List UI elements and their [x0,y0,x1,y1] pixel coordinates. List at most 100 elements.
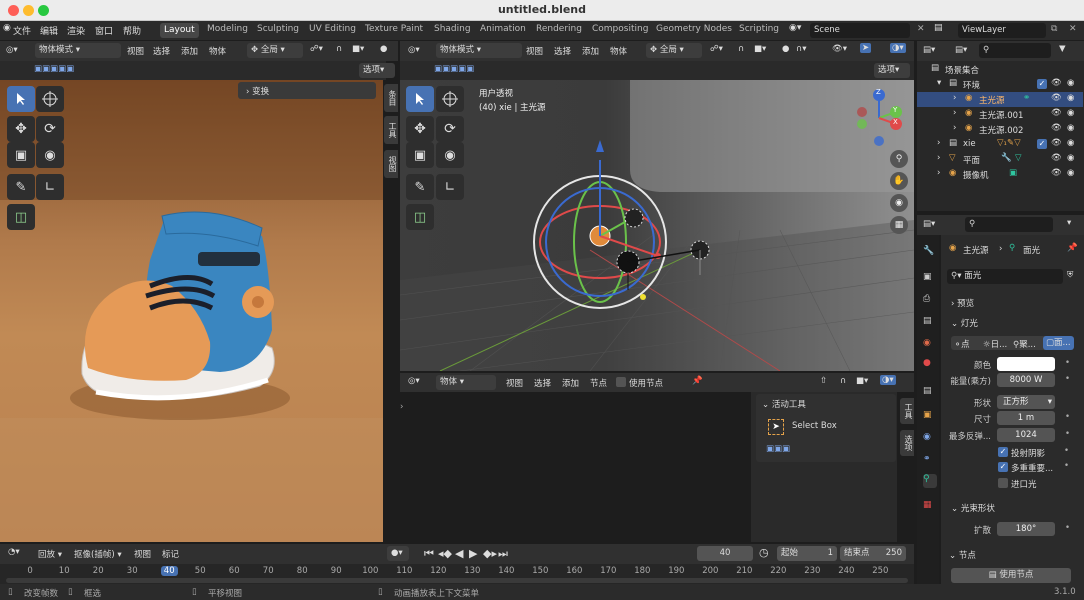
node-menu-node[interactable]: 节点 [590,377,607,389]
left-viewport-shading-icon[interactable]: ● [380,44,387,54]
render-camera-icon[interactable]: ◉ [1067,93,1074,103]
expand-arrow-icon[interactable]: › [937,138,940,148]
properties-editor-type-icon[interactable]: ▤▾ [923,219,935,229]
center-menu-view[interactable]: 视图 [526,45,543,57]
remove-view-layer-icon[interactable]: ✕ [1069,24,1077,34]
render-camera-icon[interactable]: ◉ [1067,153,1074,163]
transform-panel[interactable]: › 变换 [238,82,376,99]
light-section-header[interactable]: ⌄ 灯光 [951,317,978,329]
navigation-gizmo[interactable] [852,88,912,152]
record-keyframe-button[interactable]: ●▾ [387,546,409,561]
node-menu-select[interactable]: 选择 [534,377,551,389]
nodes-section-header[interactable]: ⌄ 节点 [949,549,976,561]
expand-arrow-icon[interactable]: › [937,153,940,163]
zoom-icon[interactable]: ⚲ [890,150,908,168]
outliner-row-xie[interactable]: › ▤ xie ▽₁✎▽ ✓ 👁 ◉ [917,137,1083,152]
expand-arrow-icon[interactable]: › [953,123,956,133]
annotate-tool[interactable]: ✎ [7,174,35,200]
scale-tool[interactable]: ▣ [7,142,35,168]
light-data-properties-icon[interactable]: ⚲ [923,474,937,488]
delete-scene-icon[interactable]: ✕ [917,24,925,34]
cast-shadow-checkbox[interactable]: ✓ [998,447,1008,457]
light-type-selector[interactable]: ⚬点 ☼日... ⚲聚... ▢面... [951,336,1074,350]
cast-shadow-keyframe-dot[interactable]: • [1064,446,1069,456]
center-transform-tool[interactable]: ◉ [436,142,464,168]
left-options-button[interactable]: 选项▾ [359,63,395,78]
perspective-grid-icon[interactable]: ▦ [890,216,908,234]
beam-shape-section-header[interactable]: ⌄ 光束形状 [951,502,995,514]
left-menu-view[interactable]: 视图 [127,45,144,57]
outliner-display-mode-icon[interactable]: ▤▾ [955,45,967,55]
outliner-row-main-light-001[interactable]: › ◉ 主光源.001 👁 ◉ [917,107,1083,122]
pivot-icon[interactable]: ☍▾ [310,44,323,54]
light-type-spot[interactable]: ⚲聚... [1013,338,1036,350]
pan-hand-icon[interactable]: ✋ [890,172,908,190]
select-box-tool[interactable] [7,86,35,112]
scene-properties-icon[interactable]: ◉ [923,338,937,352]
outliner-row-main-light[interactable]: › ◉ 主光源 ⚭ 👁 ◉ [917,92,1083,107]
expand-arrow-icon[interactable]: › [953,93,956,103]
timeline-editor-type-icon[interactable]: ◔▾ [8,547,20,557]
outliner-filter-icon[interactable]: ▼ [1059,44,1066,54]
left-menu-select[interactable]: 选择 [153,45,170,57]
tab-uv-editing[interactable]: UV Editing [309,24,356,34]
collection-include-checkbox[interactable]: ✓ [1037,79,1047,89]
tab-tool[interactable]: 工具 [384,116,398,144]
texture-properties-icon[interactable]: ▦ [923,500,937,514]
center-falloff-icon[interactable]: ∩▾ [796,44,807,54]
left-menu-object[interactable]: 物体 [209,45,226,57]
prev-keyframe-button[interactable]: ◂◆ [438,547,452,560]
menu-render[interactable]: 渲染 [67,24,85,37]
node-overlay-icon[interactable]: ◑▾ [880,375,896,385]
view-layer-selector[interactable]: ViewLayer [958,23,1046,38]
active-tool-panel[interactable]: ⌄ 活动工具 ➤ Select Box ▣▣▣ [756,394,896,462]
node-editor-type-icon[interactable]: ◎▾ [408,376,420,386]
center-measure-tool[interactable]: ∟ [436,174,464,200]
snap-icon[interactable]: ∩ [336,44,342,54]
render-camera-icon[interactable]: ◉ [1067,78,1074,88]
play-button[interactable]: ▶ [469,547,477,560]
jump-start-button[interactable]: ⏮ [424,547,434,561]
expand-arrow-icon[interactable]: ▾ [937,78,941,88]
properties-options-icon[interactable]: ▾ [1067,218,1071,228]
eye-icon[interactable]: 👁 [1051,168,1062,178]
expand-arrow-icon[interactable]: › [953,108,956,118]
tool-properties-icon[interactable]: 🔧 [923,246,937,260]
cursor-tool[interactable] [36,86,64,112]
properties-search-input[interactable]: ⚲ [965,217,1053,232]
node-editor-canvas[interactable]: › [400,392,751,542]
left-menu-add[interactable]: 添加 [181,45,198,57]
render-properties-icon[interactable]: ▣ [923,272,937,286]
node-snap-icon[interactable]: ∩ [840,376,846,386]
max-bounces-field[interactable]: 1024 [997,428,1055,442]
clock-icon[interactable]: ◷ [759,546,769,559]
eye-icon[interactable]: 👁 [1051,123,1062,133]
eye-icon[interactable]: 👁 [1051,93,1062,103]
center-3d-viewport[interactable]: ✥ ⟳ ▣ ◉ ✎ ∟ ◫ 用户透视 (40) xie | 主光源 Z Y X … [400,80,914,371]
menu-window[interactable]: 窗口 [95,24,113,37]
eye-icon[interactable]: 👁 [1051,138,1062,148]
tab-geometry-nodes[interactable]: Geometry Nodes [656,24,732,34]
left-render-view[interactable]: ✥ ⟳ ▣ ◉ ✎ ∟ ◫ › 变换 [0,80,383,542]
proportional-edit-icon[interactable]: ■▾ [352,44,364,54]
center-pivot-icon[interactable]: ☍▾ [710,44,723,54]
center-cursor-tool[interactable] [436,86,464,112]
power-keyframe-dot[interactable]: • [1065,374,1070,384]
timeline-menu-playback[interactable]: 回放 ▾ [38,548,62,560]
outliner-search-input[interactable]: ⚲ [979,43,1051,58]
object-properties-icon[interactable]: ▣ [923,410,937,424]
outliner-row-camera[interactable]: › ◉ 摄像机 ▣ 👁 ◉ [917,167,1083,182]
camera-view-icon[interactable]: ◉ [890,194,908,212]
menu-file[interactable]: 文件 [13,24,31,37]
tab-compositing[interactable]: Compositing [592,24,648,34]
center-move-tool[interactable]: ✥ [406,116,434,142]
center-annotate-tool[interactable]: ✎ [406,174,434,200]
center-shading-icon[interactable]: ● [782,44,789,54]
light-type-area[interactable]: ▢面... [1043,336,1074,350]
portal-checkbox[interactable] [998,478,1008,488]
center-add-cube-tool[interactable]: ◫ [406,204,434,230]
tab-view[interactable]: 视图 [384,150,398,178]
start-frame-field[interactable]: 起始 1 [777,546,837,561]
menu-edit[interactable]: 编辑 [40,24,58,37]
node-sidebar-toggle-icon[interactable]: › [400,402,403,412]
